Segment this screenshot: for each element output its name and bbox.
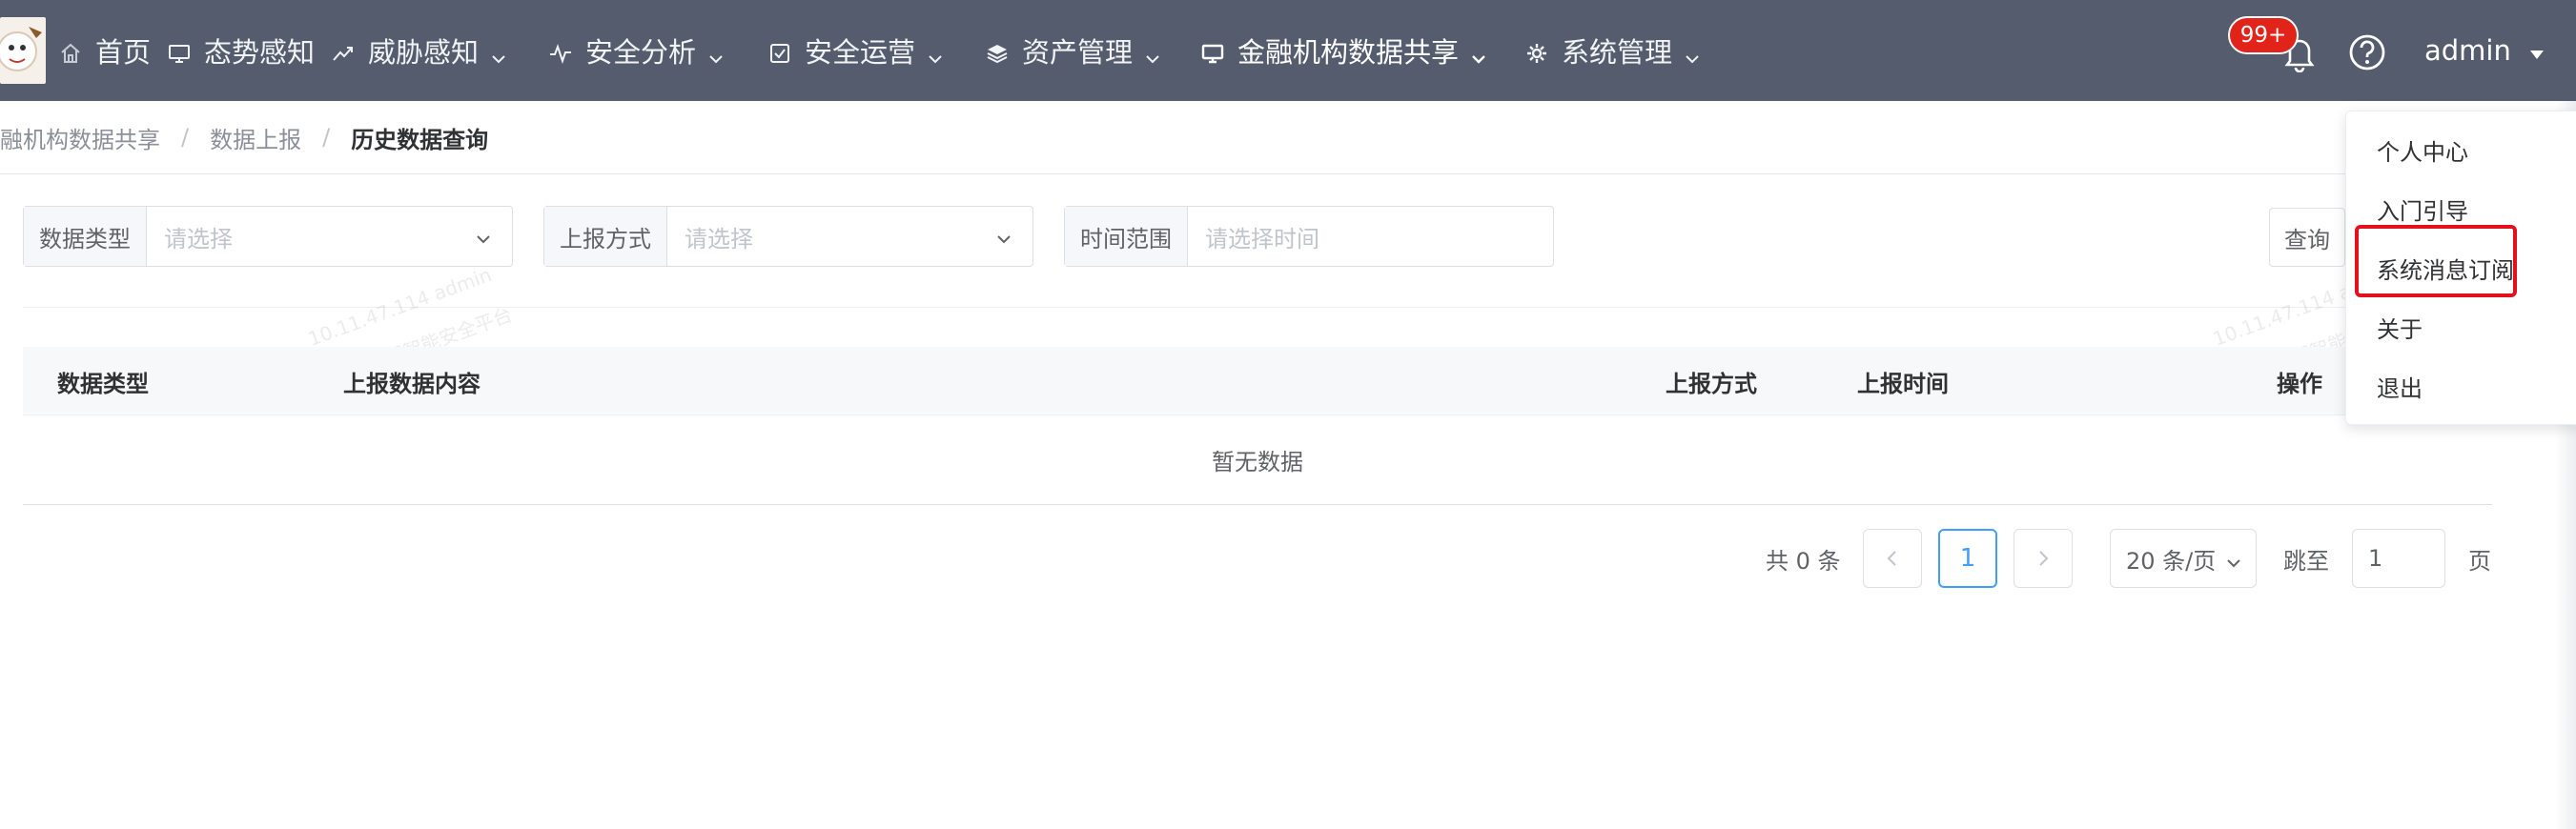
prev-page-button[interactable]	[1863, 529, 1922, 588]
chevron-down-icon	[1144, 42, 1161, 64]
time-range-picker[interactable]: 时间范围 请选择时间	[1064, 206, 1554, 267]
next-page-button[interactable]	[2014, 529, 2073, 588]
nav-security-analysis-label: 安全分析	[585, 36, 697, 69]
menu-item-getting-started[interactable]: 入门引导	[2377, 190, 2468, 228]
table-empty-state: 暂无数据	[23, 415, 2492, 505]
nav-system-management-label: 系统管理	[1562, 36, 1673, 69]
home-icon	[59, 39, 82, 63]
page-size-value: 20 条/页	[2126, 547, 2217, 575]
highlight-annotation-box	[2355, 225, 2517, 297]
breadcrumb-item[interactable]: 数据上报	[210, 121, 301, 154]
user-menu-trigger[interactable]: admin	[2424, 0, 2545, 101]
chevron-down-icon	[707, 42, 725, 64]
nav-home-label: 首页	[95, 36, 152, 69]
help-button[interactable]	[2347, 32, 2387, 72]
nav-financial-data-sharing-label: 金融机构数据共享	[1237, 36, 1460, 69]
report-method-label: 上报方式	[544, 207, 667, 266]
pulse-icon	[549, 39, 572, 65]
column-header-data-type[interactable]: 数据类型	[57, 347, 149, 415]
pagination-total: 共 0 条	[1766, 547, 1841, 575]
data-type-label: 数据类型	[24, 207, 147, 266]
empty-text: 暂无数据	[1212, 449, 1303, 475]
username-label: admin	[2424, 34, 2511, 67]
nav-threat-awareness-label: 威胁感知	[368, 36, 480, 69]
chevron-down-icon	[1684, 42, 1701, 64]
trend-icon	[332, 39, 355, 62]
jump-page-value: 1	[2368, 545, 2383, 572]
nav-asset-management-label: 资产管理	[1022, 36, 1134, 69]
chevron-down-icon	[474, 228, 493, 247]
nav-situation-awareness-label: 态势感知	[204, 36, 316, 69]
menu-item-logout[interactable]: 退出	[2377, 367, 2423, 405]
chevron-down-icon	[2225, 551, 2242, 568]
nav-security-operations[interactable]: 安全运营	[768, 0, 944, 101]
menu-item-personal-center[interactable]: 个人中心	[2377, 131, 2468, 169]
monitor-icon	[1201, 39, 1224, 64]
data-type-placeholder: 请选择	[164, 225, 233, 253]
nav-financial-data-sharing[interactable]: 金融机构数据共享	[1201, 0, 1487, 101]
breadcrumb: 融机构数据共享 / 数据上报 / 历史数据查询	[0, 116, 488, 158]
gear-icon	[1525, 39, 1548, 63]
chevron-down-icon	[994, 228, 1013, 247]
data-type-select[interactable]: 数据类型 请选择	[23, 206, 513, 267]
column-header-report-method[interactable]: 上报方式	[1666, 347, 1757, 415]
top-navbar: 首页 态势感知 威胁感知 安全分析 安全运营 资产管理 金融机构数据共享 系统管…	[0, 0, 2576, 101]
breadcrumb-separator: /	[322, 124, 331, 151]
chevron-down-icon	[490, 42, 507, 64]
help-icon	[2349, 34, 2385, 71]
column-header-actions[interactable]: 操作	[2277, 347, 2322, 415]
nav-asset-management[interactable]: 资产管理	[986, 0, 1161, 101]
report-method-select[interactable]: 上报方式 请选择	[543, 206, 1033, 267]
page-number-button[interactable]: 1	[1938, 529, 1997, 588]
nav-threat-awareness[interactable]: 威胁感知	[332, 0, 507, 101]
nav-security-operations-label: 安全运营	[805, 36, 916, 69]
page-size-select[interactable]: 20 条/页	[2110, 529, 2257, 588]
checkbox-icon	[768, 39, 791, 63]
nav-situation-awareness[interactable]: 态势感知	[168, 0, 315, 101]
report-method-placeholder: 请选择	[685, 225, 753, 253]
breadcrumb-separator: /	[181, 124, 190, 151]
chevron-down-icon	[927, 42, 944, 64]
divider	[0, 173, 2576, 174]
caret-down-icon	[2528, 34, 2545, 67]
breadcrumb-current: 历史数据查询	[351, 126, 489, 153]
divider	[23, 307, 2492, 308]
jump-page-input[interactable]: 1	[2352, 529, 2445, 588]
chevron-right-icon	[2039, 551, 2049, 566]
page-number: 1	[1959, 544, 1976, 573]
query-button-label: 查询	[2284, 226, 2330, 253]
nav-security-analysis[interactable]: 安全分析	[549, 0, 725, 101]
column-header-report-time[interactable]: 上报时间	[1857, 347, 1949, 415]
time-range-placeholder: 请选择时间	[1205, 225, 1319, 253]
app-logo[interactable]	[0, 17, 46, 84]
breadcrumb-item[interactable]: 融机构数据共享	[0, 121, 160, 154]
menu-item-about[interactable]: 关于	[2377, 308, 2423, 346]
chevron-down-icon	[1470, 42, 1487, 64]
time-range-label: 时间范围	[1065, 207, 1188, 266]
query-button[interactable]: 查询	[2269, 208, 2345, 267]
notification-count-badge: 99+	[2228, 16, 2299, 54]
column-header-report-content[interactable]: 上报数据内容	[343, 347, 480, 415]
table-header: 数据类型 上报数据内容 上报方式 上报时间 操作	[23, 347, 2492, 415]
page-unit-label: 页	[2468, 547, 2491, 575]
chevron-left-icon	[1887, 551, 1896, 566]
nav-system-management[interactable]: 系统管理	[1525, 0, 1701, 101]
layers-icon	[986, 39, 1009, 64]
nav-home[interactable]: 首页	[59, 0, 151, 101]
monitor-icon	[168, 39, 191, 63]
jump-label: 跳至	[2283, 547, 2329, 575]
